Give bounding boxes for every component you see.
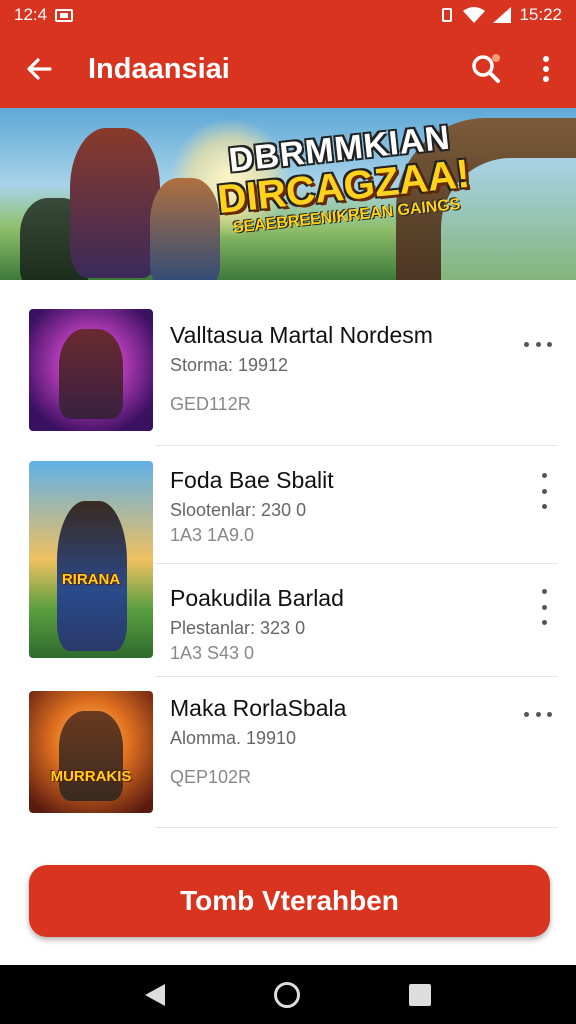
list-item[interactable]: MURRAKIS Maka RorlaSbala Alomma. 19910 Q…	[0, 677, 576, 828]
game-title: Foda Bae Sbalit	[170, 467, 334, 493]
game-code: 1A3 1A9.0	[170, 525, 255, 545]
nav-back-icon[interactable]	[144, 983, 165, 1006]
game-title: Maka RorlaSbala	[170, 695, 347, 721]
game-list: Valltasua Martal Nordesm Storma: 19912 G…	[0, 288, 576, 828]
system-nav-bar	[0, 965, 576, 1024]
game-meta: Alomma. 19910	[170, 728, 297, 748]
wifi-icon	[463, 7, 486, 23]
item-menu-button[interactable]	[541, 589, 547, 625]
primary-action-button[interactable]: Tomb Vterahben	[29, 865, 550, 937]
promo-banner[interactable]: DBRMMKIAN DIRCAGZAA! SEAEBREENIKREAN GAI…	[0, 108, 576, 280]
game-meta: Plestanlar: 323 0	[170, 618, 306, 638]
search-icon	[472, 54, 500, 83]
nav-recents-icon[interactable]	[409, 983, 432, 1006]
status-time: 12:4	[14, 5, 48, 24]
game-code: QEP102R	[170, 767, 252, 787]
game-meta: Slootenlar: 230 0	[170, 500, 307, 520]
game-title: Poakudila Barlad	[170, 585, 344, 611]
game-code: GED112R	[170, 394, 251, 414]
page-title: Indaansiai	[88, 52, 230, 85]
back-button[interactable]	[0, 30, 78, 108]
nav-home-icon[interactable]	[273, 981, 300, 1008]
list-item[interactable]: RIRANA Foda Bae Sbalit Slootenlar: 230 0…	[0, 445, 576, 658]
item-menu-button[interactable]	[524, 334, 552, 354]
more-vert-icon	[543, 56, 549, 82]
arrow-left-icon	[27, 58, 52, 80]
signal-icon	[493, 7, 512, 23]
notification-icon	[55, 8, 74, 22]
vibrate-icon	[442, 8, 453, 22]
clock: 15:22	[519, 5, 562, 24]
game-thumbnail: MURRAKIS	[29, 691, 153, 813]
divider	[155, 827, 558, 828]
app-bar: Indaansiai	[0, 30, 576, 108]
list-item[interactable]: Poakudila Barlad Plestanlar: 323 0 1A3 S…	[0, 563, 576, 677]
status-bar: 12:4 15:22	[0, 0, 576, 30]
banner-character	[150, 178, 220, 280]
overflow-menu-button[interactable]	[516, 30, 576, 108]
game-code: 1A3 S43 0	[170, 643, 255, 663]
list-item[interactable]: Valltasua Martal Nordesm Storma: 19912 G…	[0, 288, 576, 446]
thumb-badge: MURRAKIS	[50, 768, 132, 785]
game-title: Valltasua Martal Nordesm	[170, 322, 433, 348]
search-button[interactable]	[456, 30, 516, 108]
item-menu-button[interactable]	[541, 473, 547, 509]
game-thumbnail	[29, 309, 153, 431]
game-meta: Storma: 19912	[170, 355, 289, 375]
item-menu-button[interactable]	[524, 704, 552, 724]
banner-character	[70, 128, 160, 278]
